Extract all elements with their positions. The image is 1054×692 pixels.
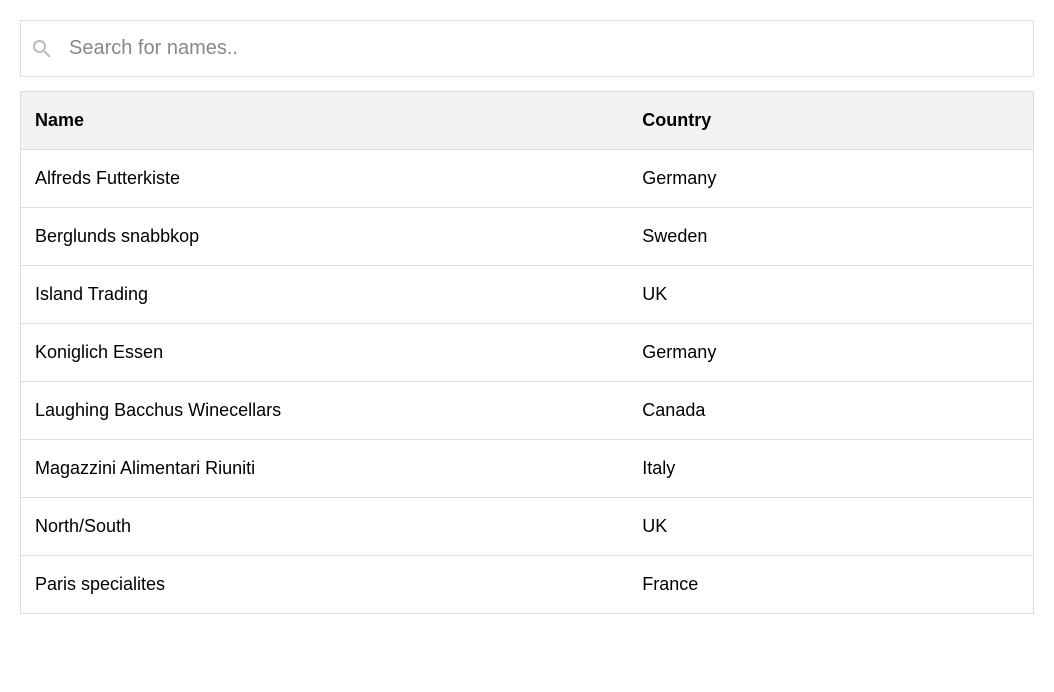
search-input[interactable] (20, 20, 1034, 77)
cell-name: Paris specialites (21, 556, 629, 614)
cell-country: Canada (628, 382, 1033, 440)
search-wrapper (20, 20, 1034, 77)
table-row: Berglunds snabbkopSweden (21, 208, 1034, 266)
cell-name: Magazzini Alimentari Riuniti (21, 440, 629, 498)
table-row: Laughing Bacchus WinecellarsCanada (21, 382, 1034, 440)
cell-name: Koniglich Essen (21, 324, 629, 382)
column-header-name: Name (21, 92, 629, 150)
table-row: North/SouthUK (21, 498, 1034, 556)
table-row: Magazzini Alimentari RiunitiItaly (21, 440, 1034, 498)
cell-country: Germany (628, 150, 1033, 208)
cell-name: Alfreds Futterkiste (21, 150, 629, 208)
cell-name: Berglunds snabbkop (21, 208, 629, 266)
table-row: Koniglich EssenGermany (21, 324, 1034, 382)
cell-name: Laughing Bacchus Winecellars (21, 382, 629, 440)
cell-name: Island Trading (21, 266, 629, 324)
cell-name: North/South (21, 498, 629, 556)
table-row: Island TradingUK (21, 266, 1034, 324)
table-row: Paris specialitesFrance (21, 556, 1034, 614)
cell-country: Italy (628, 440, 1033, 498)
cell-country: France (628, 556, 1033, 614)
cell-country: UK (628, 266, 1033, 324)
table-row: Alfreds FutterkisteGermany (21, 150, 1034, 208)
column-header-country: Country (628, 92, 1033, 150)
table-header-row: Name Country (21, 92, 1034, 150)
cell-country: Germany (628, 324, 1033, 382)
cell-country: Sweden (628, 208, 1033, 266)
cell-country: UK (628, 498, 1033, 556)
results-table: Name Country Alfreds FutterkisteGermanyB… (20, 91, 1034, 614)
